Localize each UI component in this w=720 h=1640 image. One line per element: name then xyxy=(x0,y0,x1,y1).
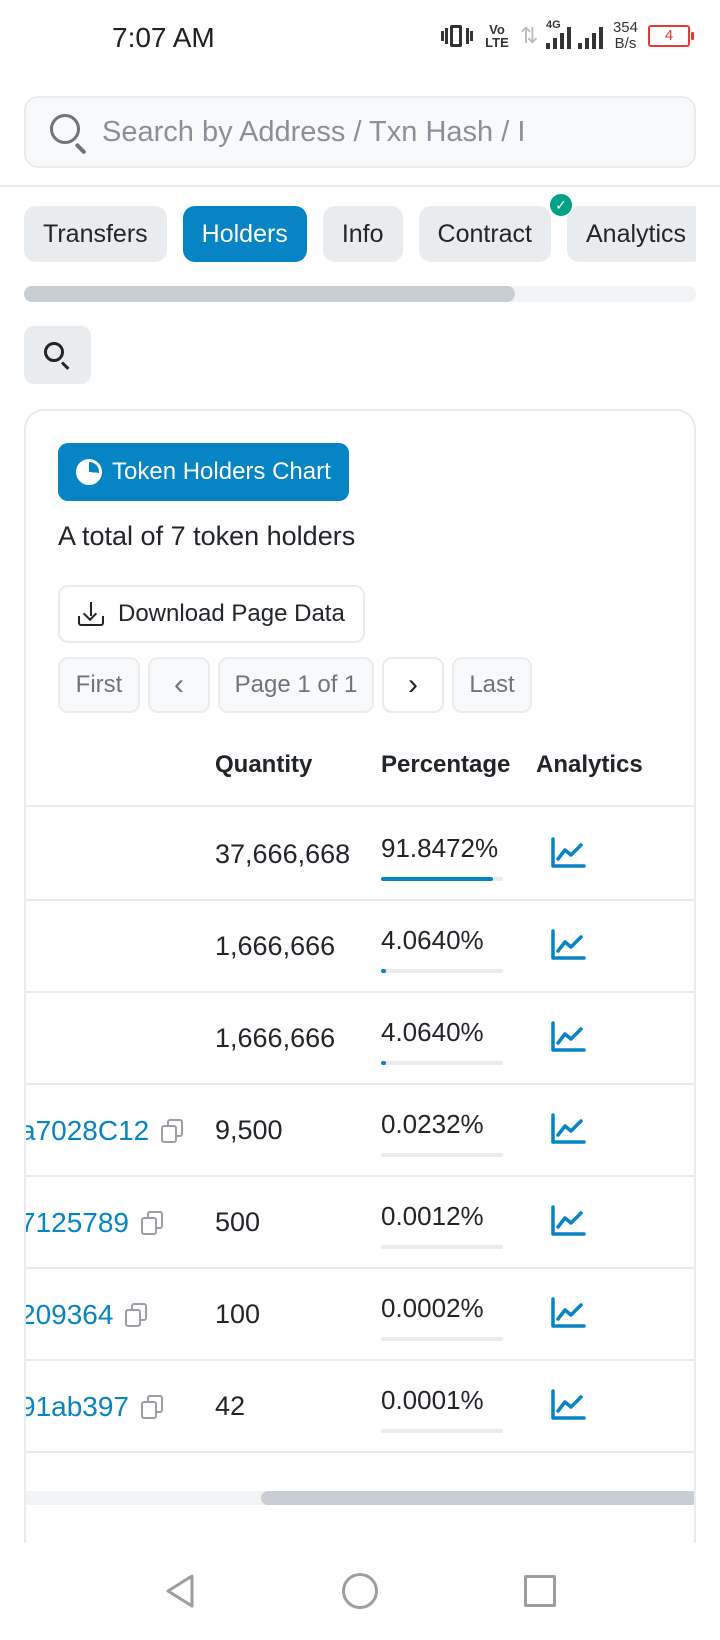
tab-analytics[interactable]: Analytics xyxy=(567,206,696,262)
percentage-bar xyxy=(381,969,503,973)
holder-address[interactable]: 91ab397 xyxy=(26,1391,129,1423)
holder-percentage: 91.8472% xyxy=(381,833,499,863)
table-row: 1,666,666 4.0640% xyxy=(26,993,694,1085)
holder-address-link[interactable]: 91ab397 xyxy=(26,1391,164,1423)
percentage-bar-fill xyxy=(381,1061,386,1065)
last-page-button[interactable]: Last xyxy=(452,657,532,713)
chart-button-label: Token Holders Chart xyxy=(112,458,331,485)
data-arrows-icon: ⇅ xyxy=(519,23,539,48)
holder-address[interactable]: 7125789 xyxy=(26,1207,129,1239)
tab-info[interactable]: Info xyxy=(322,206,403,262)
total-holders-text: A total of 7 token holders xyxy=(58,521,356,551)
holder-address-link[interactable]: 7125789 xyxy=(26,1207,164,1239)
table-scrollbar[interactable] xyxy=(26,1491,694,1505)
filter-search-button[interactable] xyxy=(24,326,91,384)
vibrate-icon xyxy=(440,23,474,49)
search-input[interactable] xyxy=(102,115,542,149)
pagination: First ‹ Page 1 of 1 › Last xyxy=(58,657,532,713)
table-row: ​a7028C12 9,500 0.0232% xyxy=(26,1085,694,1177)
token-holders-chart-button[interactable]: Token Holders Chart xyxy=(58,443,349,501)
percentage-bar xyxy=(381,1245,503,1249)
header-divider xyxy=(0,185,720,187)
holder-percentage: 4.0640% xyxy=(381,925,484,955)
percentage-bar xyxy=(381,1429,503,1433)
copy-icon[interactable] xyxy=(141,1395,164,1419)
analytics-chart-icon[interactable] xyxy=(550,1297,586,1329)
percentage-bar xyxy=(381,1061,503,1065)
status-time: 7:07 AM xyxy=(112,22,215,53)
search-icon xyxy=(44,342,64,362)
signal-icon: 4G xyxy=(545,19,603,49)
table-row: 91ab397 42 0.0001% xyxy=(26,1361,694,1453)
holder-quantity: 1,666,666 xyxy=(215,1023,336,1053)
holder-address-link[interactable]: ​a7028C12 xyxy=(26,1115,184,1147)
next-page-button[interactable]: › xyxy=(382,657,444,713)
tabs-scrollbar[interactable] xyxy=(24,286,696,302)
holder-address[interactable]: 209364 xyxy=(26,1299,113,1331)
search-icon xyxy=(48,112,88,155)
status-icons: Vo LTE ⇅ 4G 354 B/s 4 xyxy=(440,19,694,52)
tab-bar: Transfers Holders Info Contract Analytic… xyxy=(24,206,696,264)
holder-address[interactable]: ​a7028C12 xyxy=(26,1115,149,1147)
status-bar: 7:07 AM Vo LTE ⇅ 4G 354 B/s 4 xyxy=(0,0,720,84)
header-quantity: Quantity xyxy=(215,751,313,778)
tab-holders[interactable]: Holders xyxy=(182,206,307,262)
analytics-chart-icon[interactable] xyxy=(550,929,586,961)
first-page-button[interactable]: First xyxy=(58,657,140,713)
search-box[interactable] xyxy=(24,96,696,168)
header-percentage: Percentage xyxy=(381,751,511,778)
table-row: 1,666,666 4.0640% xyxy=(26,901,694,993)
network-type: 4G xyxy=(545,19,561,31)
analytics-chart-icon[interactable] xyxy=(550,837,586,869)
holders-card: Token Holders Chart A total of 7 token h… xyxy=(24,409,696,1549)
copy-icon[interactable] xyxy=(141,1211,164,1235)
download-icon xyxy=(78,602,104,626)
holder-quantity: 100 xyxy=(215,1299,261,1329)
verified-check-icon: ✓ xyxy=(548,192,574,218)
holder-percentage: 0.0232% xyxy=(381,1109,484,1139)
holder-quantity: 9,500 xyxy=(215,1115,283,1145)
table-header: Quantity Percentage Analytics xyxy=(26,711,694,807)
holder-percentage: 4.0640% xyxy=(381,1017,484,1047)
tab-contract[interactable]: Contract xyxy=(418,206,551,262)
table-scrollbar-thumb[interactable] xyxy=(261,1491,694,1505)
back-icon[interactable] xyxy=(164,1573,196,1609)
holder-quantity: 37,666,668 xyxy=(215,839,351,869)
holder-percentage: 0.0012% xyxy=(381,1201,484,1231)
recent-apps-icon[interactable] xyxy=(524,1575,556,1607)
copy-icon[interactable] xyxy=(161,1119,184,1143)
header-analytics: Analytics xyxy=(536,751,643,778)
percentage-bar xyxy=(381,1153,503,1157)
tab-transfers[interactable]: Transfers xyxy=(24,206,167,262)
percentage-bar-fill xyxy=(381,969,386,973)
prev-page-button[interactable]: ‹ xyxy=(148,657,210,713)
analytics-chart-icon[interactable] xyxy=(550,1021,586,1053)
analytics-chart-icon[interactable] xyxy=(550,1113,586,1145)
percentage-bar xyxy=(381,1337,503,1341)
percentage-bar xyxy=(381,877,503,881)
page-info: Page 1 of 1 xyxy=(218,657,374,713)
holder-percentage: 0.0002% xyxy=(381,1293,484,1323)
volte-icon: Vo LTE xyxy=(485,22,509,50)
pie-chart-icon xyxy=(76,459,102,485)
table-row: 7125789 500 0.0012% xyxy=(26,1177,694,1269)
analytics-chart-icon[interactable] xyxy=(550,1389,586,1421)
network-speed: 354 B/s xyxy=(612,19,638,52)
download-page-data-button[interactable]: Download Page Data xyxy=(58,585,365,643)
holder-percentage: 0.0001% xyxy=(381,1385,484,1415)
system-nav-bar xyxy=(0,1543,720,1640)
analytics-chart-icon[interactable] xyxy=(550,1205,586,1237)
battery-icon: 4 xyxy=(648,25,694,47)
holder-address-link[interactable]: 209364 xyxy=(26,1299,148,1331)
percentage-bar-fill xyxy=(381,877,494,881)
table-row: 209364 100 0.0002% xyxy=(26,1269,694,1361)
tabs-scrollbar-thumb[interactable] xyxy=(24,286,515,302)
holder-quantity: 1,666,666 xyxy=(215,931,336,961)
download-button-label: Download Page Data xyxy=(118,600,345,627)
holder-quantity: 500 xyxy=(215,1207,261,1237)
holder-quantity: 42 xyxy=(215,1391,246,1421)
home-icon[interactable] xyxy=(342,1573,378,1609)
copy-icon[interactable] xyxy=(125,1303,148,1327)
table-row: 37,666,668 91.8472% xyxy=(26,809,694,901)
